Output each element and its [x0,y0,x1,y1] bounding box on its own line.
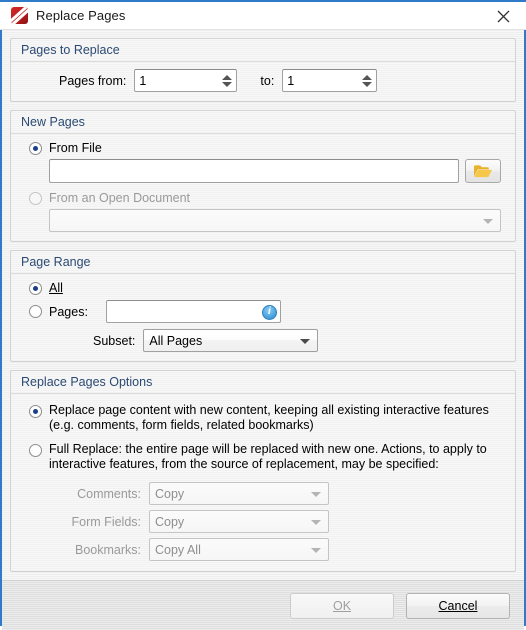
radio-all-pages[interactable]: All [29,281,505,295]
spinner-up-icon[interactable] [222,74,233,80]
group-title-pages-to-replace: Pages to Replace [11,39,515,62]
ok-button[interactable]: OK [290,592,394,619]
pages-from-spinner-buttons[interactable] [222,71,233,90]
radio-from-open-document-indicator[interactable] [29,192,42,205]
radio-full-replace-label-line2: interactive features, from the source of… [49,457,439,471]
form-fields-label: Form Fields: [71,514,141,529]
radio-from-open-document-label: From an Open Document [49,191,191,205]
title-bar: Replace Pages [0,0,526,30]
ok-button-label: OK [332,598,352,613]
open-folder-icon [474,165,492,178]
chevron-down-icon [311,519,321,525]
chevron-down-icon [483,218,493,224]
radio-full-replace-label-line1: Full Replace: the entire page will be re… [49,442,487,456]
group-title-page-range: Page Range [11,251,515,274]
info-icon[interactable]: i [261,304,277,320]
group-pages-to-replace: Pages to Replace Pages from: 1 to: 1 [10,38,516,102]
cancel-button[interactable]: Cancel [406,592,510,619]
radio-keep-interactive-label-line1: Replace page content with new content, k… [49,403,489,417]
pages-range-input-wrap[interactable]: i [105,300,281,323]
chevron-down-icon [300,338,311,344]
radio-all-pages-label: All [49,281,63,295]
subset-select-value: All Pages [149,333,203,348]
window-title: Replace Pages [36,8,126,23]
radio-all-pages-indicator[interactable] [29,282,42,295]
pages-to-label: to: [260,73,275,88]
pages-from-label: Pages from: [59,73,127,88]
pages-range-input[interactable] [105,300,281,323]
radio-from-file-indicator[interactable] [29,142,42,155]
radio-from-file[interactable]: From File [29,141,505,155]
comments-label: Comments: [77,486,141,501]
spinner-down-icon[interactable] [222,81,233,87]
radio-keep-interactive-indicator[interactable] [29,405,42,418]
pdf-xchange-logo-icon [11,7,28,24]
comments-select-value: Copy [155,486,185,501]
group-new-pages: New Pages From File From an Open Documen… [10,110,516,242]
browse-file-button[interactable] [465,159,501,183]
pages-to-spinner[interactable]: 1 [282,69,378,92]
radio-from-open-document[interactable]: From an Open Document [29,191,505,205]
chevron-down-icon [311,491,321,497]
group-title-replace-options: Replace Pages Options [11,371,515,394]
radio-pages-label: Pages: [49,304,88,319]
group-title-new-pages: New Pages [11,111,515,134]
comments-select[interactable]: Copy [149,482,329,505]
pages-from-spinner[interactable]: 1 [134,69,238,92]
form-fields-select-value: Copy [155,514,185,529]
from-file-path-input[interactable] [49,159,459,183]
radio-keep-interactive-label-line2: (e.g. comments, form fields, related boo… [49,418,314,432]
group-replace-options: Replace Pages Options Replace page conte… [10,370,516,572]
radio-keep-interactive[interactable]: Replace page content with new content, k… [29,403,505,433]
bookmarks-select-value: Copy All [155,542,201,557]
chevron-down-icon [311,547,321,553]
spinner-up-icon[interactable] [362,74,373,80]
radio-from-file-label: From File [49,141,102,155]
open-document-select[interactable] [49,209,501,232]
spinner-down-icon[interactable] [362,81,373,87]
bookmarks-label: Bookmarks: [75,542,141,557]
dialog-footer: OK Cancel [2,580,524,630]
replace-pages-dialog: Replace Pages Pages to Replace Pages fro… [0,0,526,630]
close-icon[interactable] [480,2,526,31]
radio-full-replace[interactable]: Full Replace: the entire page will be re… [29,442,505,472]
pages-to-spinner-buttons[interactable] [362,71,373,90]
radio-full-replace-indicator[interactable] [29,444,42,457]
group-page-range: Page Range All Pages: i Subset: All Page… [10,250,516,362]
bookmarks-select[interactable]: Copy All [149,538,329,561]
subset-select[interactable]: All Pages [143,329,319,352]
form-fields-select[interactable]: Copy [149,510,329,533]
radio-pages-indicator[interactable] [29,305,42,318]
dialog-body: Pages to Replace Pages from: 1 to: 1 New… [2,30,524,580]
subset-label: Subset: [93,333,136,348]
cancel-button-label: Cancel [438,598,478,613]
